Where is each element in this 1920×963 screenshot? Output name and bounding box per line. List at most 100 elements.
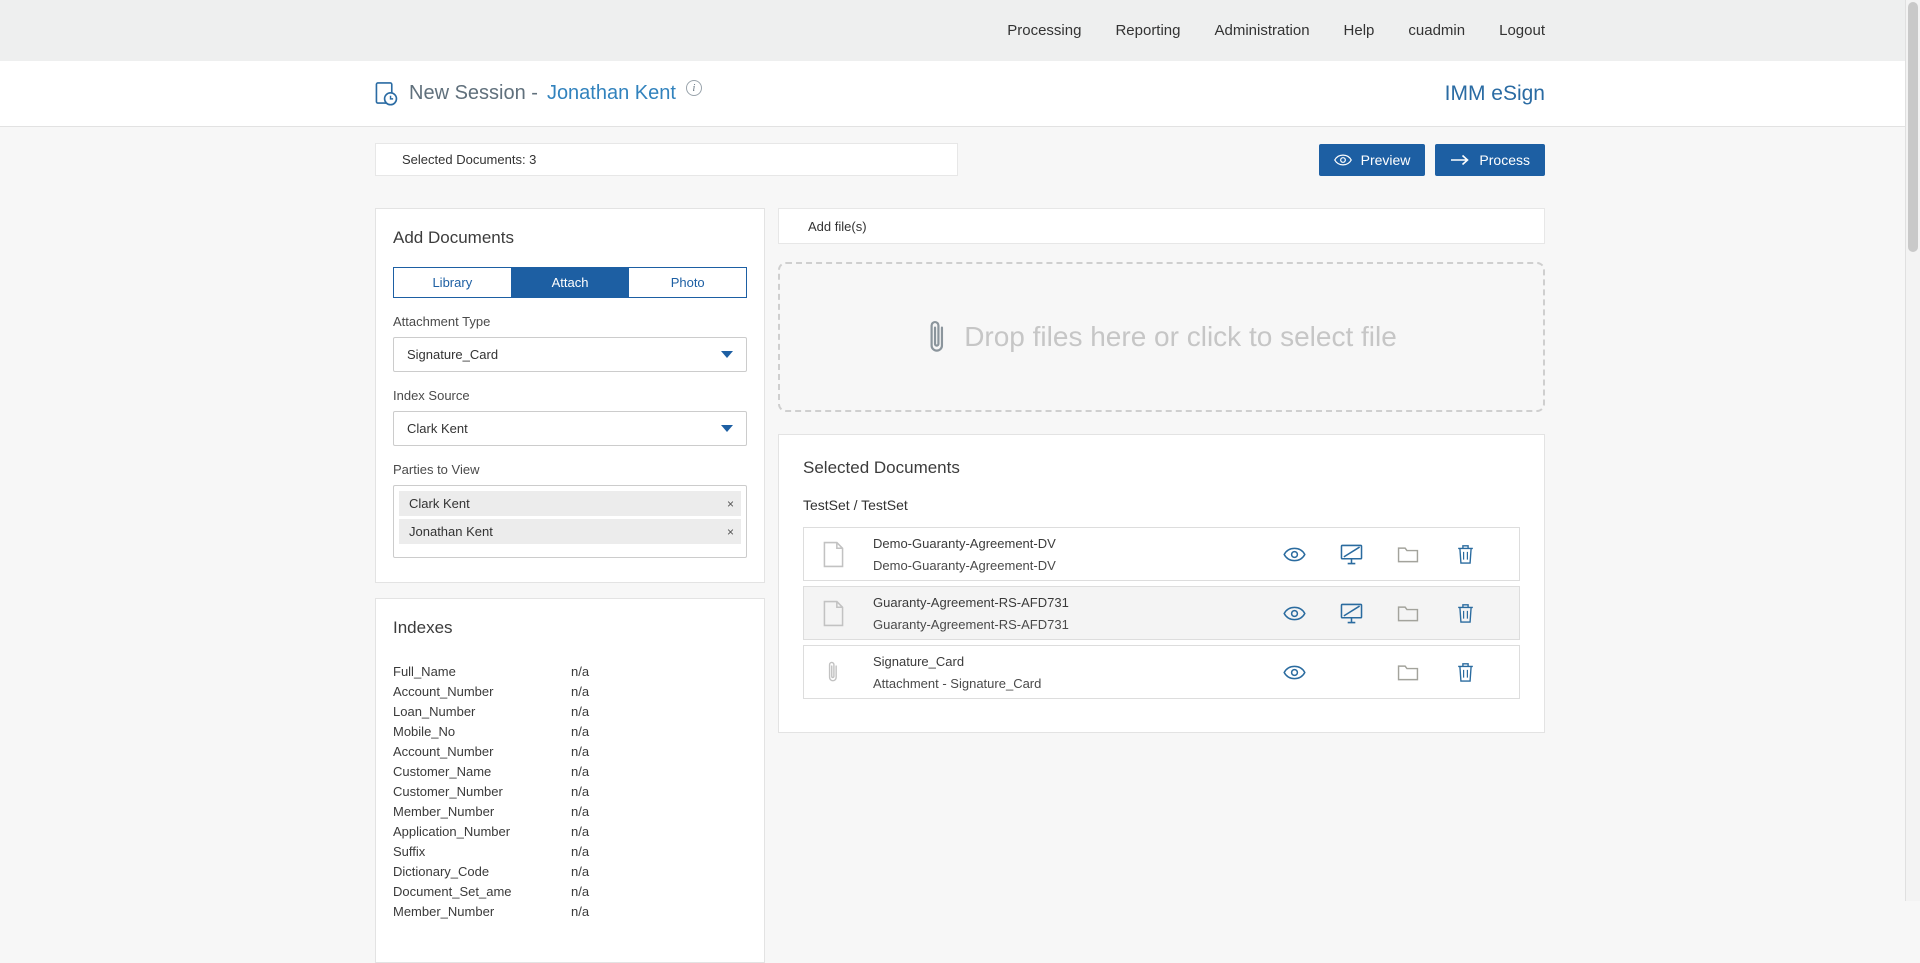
- index-source-value: Clark Kent: [407, 421, 468, 436]
- attachment-type-label: Attachment Type: [393, 314, 747, 329]
- paperclip-icon: [926, 317, 948, 357]
- folder-icon[interactable]: [1396, 660, 1420, 684]
- index-label: Customer_Name: [393, 762, 571, 782]
- selected-documents-panel: Selected Documents TestSet / TestSet Dem…: [778, 434, 1545, 733]
- document-row: Guaranty-Agreement-RS-AFD731 Guaranty-Ag…: [803, 586, 1520, 640]
- view-icon[interactable]: [1282, 601, 1306, 625]
- chevron-down-icon: [721, 425, 733, 432]
- party-item[interactable]: Clark Kent ×: [399, 491, 741, 516]
- trash-icon[interactable]: [1453, 542, 1477, 566]
- document-actions: [1282, 542, 1519, 566]
- index-value: n/a: [571, 742, 589, 762]
- selected-count-text: Selected Documents: 3: [402, 152, 536, 167]
- index-row: Mobile_No n/a: [393, 722, 747, 742]
- trash-icon[interactable]: [1453, 660, 1477, 684]
- index-row: Suffix n/a: [393, 842, 747, 862]
- tab-photo[interactable]: Photo: [629, 267, 747, 298]
- document-title: Guaranty-Agreement-RS-AFD731: [873, 595, 1282, 610]
- index-label: Member_Number: [393, 802, 571, 822]
- monitor-off-icon[interactable]: [1339, 601, 1363, 625]
- document-title: Demo-Guaranty-Agreement-DV: [873, 536, 1282, 551]
- folder-icon[interactable]: [1396, 542, 1420, 566]
- index-row: Dictionary_Code n/a: [393, 862, 747, 882]
- indexes-title: Indexes: [393, 618, 747, 638]
- index-value: n/a: [571, 762, 589, 782]
- brand-logo: IMM eSign: [1445, 82, 1545, 106]
- trash-icon[interactable]: [1453, 601, 1477, 625]
- index-value: n/a: [571, 882, 589, 902]
- index-row: Customer_Name n/a: [393, 762, 747, 782]
- index-label: Document_Set_ame: [393, 882, 571, 902]
- document-title: Signature_Card: [873, 654, 1282, 669]
- index-row: Loan_Number n/a: [393, 702, 747, 722]
- session-user-link[interactable]: Jonathan Kent: [547, 82, 676, 105]
- index-value: n/a: [571, 802, 589, 822]
- index-row: Member_Number n/a: [393, 902, 747, 922]
- index-value: n/a: [571, 862, 589, 882]
- add-documents-panel: Add Documents Library Attach Photo Attac…: [375, 208, 765, 583]
- nav-item[interactable]: Help: [1344, 22, 1375, 39]
- folder-icon[interactable]: [1396, 601, 1420, 625]
- top-nav: Processing Reporting Administration Help…: [0, 0, 1920, 61]
- document-subtitle: Guaranty-Agreement-RS-AFD731: [873, 617, 1282, 632]
- nav-item[interactable]: Reporting: [1115, 22, 1180, 39]
- index-label: Mobile_No: [393, 722, 571, 742]
- document-icon: [819, 541, 847, 568]
- attachment-type-select[interactable]: Signature_Card: [393, 337, 747, 372]
- file-dropzone[interactable]: Drop files here or click to select file: [778, 262, 1545, 412]
- party-name: Clark Kent: [409, 496, 470, 511]
- view-icon[interactable]: [1282, 660, 1306, 684]
- index-row: Account_Number n/a: [393, 742, 747, 762]
- process-button[interactable]: Process: [1435, 144, 1545, 176]
- parties-to-view-label: Parties to View: [393, 462, 747, 477]
- selected-documents-title: Selected Documents: [803, 458, 1520, 478]
- main-content: Selected Documents: 3 Preview Process Ad…: [375, 127, 1545, 963]
- document-subtitle: Attachment - Signature_Card: [873, 676, 1282, 691]
- preview-button[interactable]: Preview: [1319, 144, 1426, 176]
- index-source-label: Index Source: [393, 388, 747, 403]
- index-label: Account_Number: [393, 682, 571, 702]
- tab-library[interactable]: Library: [393, 267, 512, 298]
- nav-menu: Processing Reporting Administration Help…: [375, 22, 1545, 39]
- scrollbar[interactable]: [1905, 0, 1920, 901]
- party-item[interactable]: Jonathan Kent ×: [399, 519, 741, 544]
- eye-icon: [1334, 154, 1352, 166]
- info-icon[interactable]: i: [686, 80, 702, 96]
- document-row: Signature_Card Attachment - Signature_Ca…: [803, 645, 1520, 699]
- document-subtitle: Demo-Guaranty-Agreement-DV: [873, 558, 1282, 573]
- nav-item[interactable]: Logout: [1499, 22, 1545, 39]
- monitor-off-icon[interactable]: [1339, 542, 1363, 566]
- tab-attach[interactable]: Attach: [512, 267, 630, 298]
- add-files-label: Add file(s): [808, 219, 867, 234]
- arrow-right-icon: [1450, 154, 1470, 166]
- index-label: Full_Name: [393, 662, 571, 682]
- chevron-down-icon: [721, 351, 733, 358]
- index-list: Full_Name n/a Account_Number n/a Loan_Nu…: [393, 662, 747, 922]
- index-source-select[interactable]: Clark Kent: [393, 411, 747, 446]
- index-label: Application_Number: [393, 822, 571, 842]
- index-row: Full_Name n/a: [393, 662, 747, 682]
- remove-party-icon[interactable]: ×: [727, 498, 734, 510]
- view-icon[interactable]: [1282, 542, 1306, 566]
- index-value: n/a: [571, 822, 589, 842]
- header: New Session - Jonathan Kent i IMM eSign: [0, 61, 1920, 127]
- index-label: Customer_Number: [393, 782, 571, 802]
- party-name: Jonathan Kent: [409, 524, 493, 539]
- selected-count-bar: Selected Documents: 3: [375, 143, 958, 176]
- nav-item[interactable]: Administration: [1215, 22, 1310, 39]
- index-row: Document_Set_ame n/a: [393, 882, 747, 902]
- index-row: Account_Number n/a: [393, 682, 747, 702]
- dropzone-text: Drop files here or click to select file: [964, 321, 1397, 353]
- remove-party-icon[interactable]: ×: [727, 526, 734, 538]
- nav-item[interactable]: cuadmin: [1408, 22, 1465, 39]
- scrollbar-thumb[interactable]: [1908, 2, 1918, 252]
- index-value: n/a: [571, 842, 589, 862]
- document-actions: [1282, 601, 1519, 625]
- process-button-label: Process: [1479, 152, 1530, 168]
- indexes-panel: Indexes Full_Name n/a Account_Number n/a: [375, 598, 765, 963]
- document-icon: [819, 600, 847, 627]
- attachment-icon: [819, 659, 847, 685]
- nav-item[interactable]: Processing: [1007, 22, 1081, 39]
- document-actions: [1282, 660, 1519, 684]
- index-value: n/a: [571, 902, 589, 922]
